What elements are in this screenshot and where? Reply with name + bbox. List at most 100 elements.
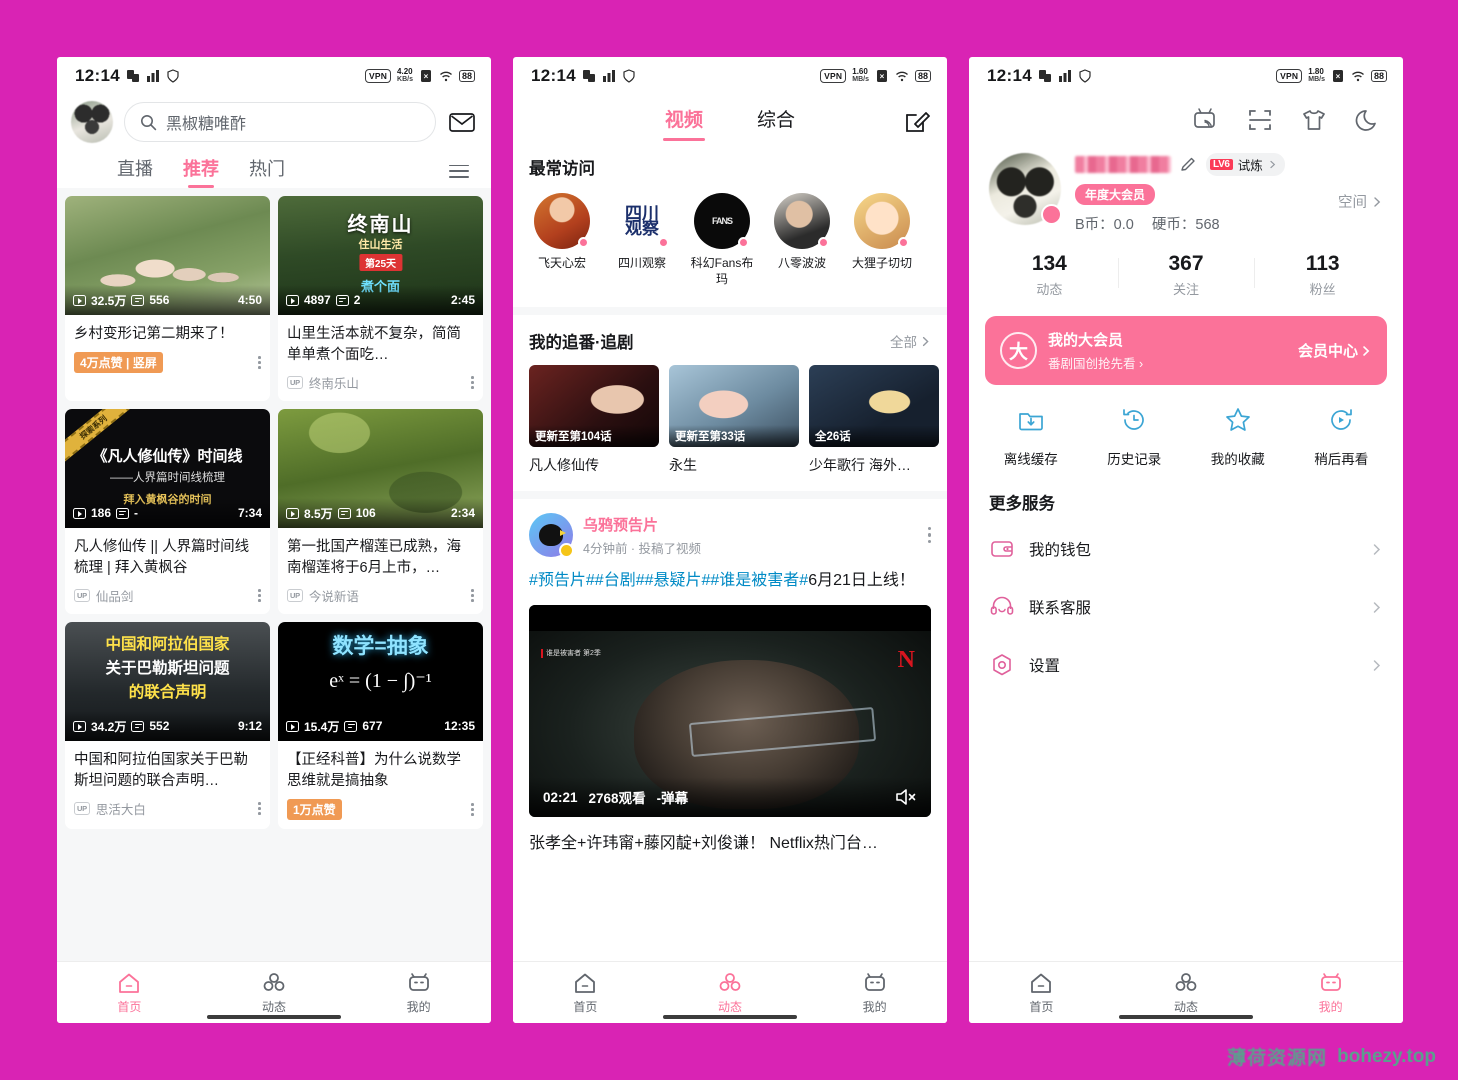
edit-pen-icon[interactable] (1180, 156, 1197, 173)
nav-home[interactable]: 首页 (969, 971, 1114, 1015)
video-title[interactable]: 乡村变形记第二期来了！ (65, 315, 270, 345)
nav-home[interactable]: 首页 (57, 971, 202, 1015)
quick-favorites[interactable]: 我的收藏 (1186, 405, 1290, 468)
bangumi-item[interactable]: 更新至第33话 永生 (669, 365, 799, 475)
nav-mine[interactable]: 我的 (802, 971, 947, 1015)
nav-dynamic[interactable]: 动态 (658, 971, 803, 1015)
services-menu: 我的钱包 联系客服 设置 (969, 514, 1403, 694)
up-item[interactable]: 飞天心宏 (529, 193, 595, 287)
mute-icon[interactable] (895, 787, 917, 807)
video-thumbnail[interactable]: 32.5万 556 4:50 (65, 196, 270, 315)
frequent-ups[interactable]: 飞天心宏 四川 观察 四川观察 FANS 科幻Fans布玛 八零波波 大狸子切切 (529, 179, 931, 295)
nav-mine[interactable]: 我的 (1258, 971, 1403, 1015)
video-controls[interactable]: 02:21 2768观看 -弹幕 (529, 777, 931, 817)
video-title[interactable]: 第一批国产榴莲已成熟，海南榴莲将于6月上市，… (278, 528, 483, 579)
mail-icon[interactable] (447, 107, 477, 137)
mine-body[interactable]: LV6 试炼 年度大会员 B币：0.0 硬币：568 空间 134 动态 367… (969, 95, 1403, 961)
video-card[interactable]: 8.5万 106 2:34 第一批国产榴莲已成熟，海南榴莲将于6月上市，… UP… (278, 409, 483, 614)
avatar[interactable] (529, 513, 574, 558)
bangumi-item[interactable]: 全26话 少年歌行 海外… (809, 365, 939, 475)
space-link[interactable]: 空间 (1338, 175, 1383, 212)
post-author[interactable]: 乌鸦预告片 (583, 514, 701, 535)
stat-dynamic[interactable]: 134 动态 (981, 252, 1118, 298)
up-item[interactable]: FANS 科幻Fans布玛 (689, 193, 755, 287)
bangumi-item[interactable]: 更新至第104话 凡人修仙传 (529, 365, 659, 475)
menu-item-wallet[interactable]: 我的钱包 (989, 520, 1383, 578)
video-thumbnail[interactable]: 探索系列 《凡人修仙传》时间线 ——人界篇时间线梳理 拜入黄枫谷的时间 186 … (65, 409, 270, 528)
chevron-right-icon (1270, 160, 1275, 169)
up-item[interactable]: 四川 观察 四川观察 (609, 193, 675, 287)
shirt-icon[interactable] (1299, 105, 1329, 135)
view-count: 15.4万 (304, 719, 340, 734)
nav-mine[interactable]: 我的 (346, 971, 491, 1015)
tab-recommend[interactable]: 推荐 (183, 155, 219, 188)
up-name[interactable]: 思活大白 (96, 799, 146, 818)
video-title[interactable]: 【正经科普】为什么说数学思维就是搞抽象 (278, 741, 483, 792)
more-options-icon[interactable] (471, 803, 474, 816)
vip-center-link[interactable]: 会员中心 (1298, 340, 1372, 361)
cast-icon[interactable] (1191, 105, 1221, 135)
bangumi-list[interactable]: 更新至第104话 凡人修仙传 更新至第33话 永生 全26话 少年歌行 海外… (529, 353, 939, 479)
quick-watch-later[interactable]: 稍后再看 (1290, 405, 1394, 468)
video-card[interactable]: 探索系列 《凡人修仙传》时间线 ——人界篇时间线梳理 拜入黄枫谷的时间 186 … (65, 409, 270, 614)
more-options-icon[interactable] (258, 589, 261, 602)
video-thumbnail[interactable]: 终南山 住山生活 第25天 煮个面 4897 2 2:45 (278, 196, 483, 315)
video-thumbnail[interactable]: 数学=抽象 eˣ = (1 − ∫)⁻¹ 15.4万 677 12:35 (278, 622, 483, 741)
quick-history[interactable]: 历史记录 (1083, 405, 1187, 468)
compose-icon[interactable] (903, 107, 931, 135)
video-title[interactable]: 山里生活本就不复杂，简简单单煮个面吃… (278, 315, 483, 366)
avatar: 四川 观察 (614, 193, 670, 249)
up-name[interactable]: 仙品剑 (96, 586, 134, 605)
nav-home[interactable]: 首页 (513, 971, 658, 1015)
video-thumbnail[interactable]: 8.5万 106 2:34 (278, 409, 483, 528)
more-options-icon[interactable] (927, 527, 931, 543)
up-name[interactable]: 终南乐山 (309, 373, 359, 392)
tab-hot[interactable]: 热门 (249, 155, 285, 188)
video-card[interactable]: 终南山 住山生活 第25天 煮个面 4897 2 2:45 (278, 196, 483, 401)
video-feed[interactable]: 32.5万 556 4:50 乡村变形记第二期来了！ 4万点赞 | 竖屏 终南山… (57, 188, 491, 961)
bangumi-cover: 全26话 (809, 365, 939, 447)
moon-icon[interactable] (1353, 105, 1383, 135)
view-count: 8.5万 (304, 506, 333, 521)
stat-following[interactable]: 367 关注 (1117, 252, 1255, 298)
watermark-cn: 薄荷资源网 (1227, 1048, 1328, 1069)
level-chip[interactable]: LV6 试炼 (1206, 153, 1285, 176)
dynamic-body[interactable]: 最常访问 飞天心宏 四川 观察 四川观察 FANS 科幻Fans布玛 八零波波 … (513, 141, 947, 961)
more-options-icon[interactable] (258, 356, 261, 369)
tv-icon (1320, 972, 1341, 991)
sync-icon (1038, 70, 1051, 82)
up-item[interactable]: 大狸子切切 (849, 193, 915, 287)
avatar[interactable] (989, 153, 1062, 225)
svg-text:×: × (424, 72, 429, 81)
video-title[interactable]: 中国和阿拉伯国家关于巴勒斯坦问题的联合声明… (65, 741, 270, 792)
tab-video[interactable]: 视频 (665, 105, 703, 141)
post-video-title[interactable]: 张孝全+许玮甯+藤冈靛+刘俊谦！ Netflix热门台… (529, 829, 931, 853)
menu-item-settings[interactable]: 设置 (989, 636, 1383, 694)
video-card[interactable]: 32.5万 556 4:50 乡村变形记第二期来了！ 4万点赞 | 竖屏 (65, 196, 270, 401)
more-options-icon[interactable] (258, 802, 261, 815)
more-options-icon[interactable] (471, 589, 474, 602)
scan-icon[interactable] (1245, 105, 1275, 135)
menu-icon[interactable] (449, 164, 469, 178)
bangumi-more[interactable]: 全部 (890, 331, 931, 351)
vip-card[interactable]: 大 我的大会员 番剧国创抢先看 › 会员中心 (985, 316, 1387, 385)
up-item[interactable]: 八零波波 (769, 193, 835, 287)
nav-dynamic[interactable]: 动态 (202, 971, 347, 1015)
post-video-player[interactable]: 谁是被害者 第2季 N 02:21 2768观看 -弹幕 (529, 605, 931, 817)
stat-followers[interactable]: 113 粉丝 (1254, 252, 1391, 298)
up-name[interactable]: 今说新语 (309, 586, 359, 605)
search-input[interactable]: 黑椒糖唯酢 (124, 102, 436, 142)
nav-dynamic[interactable]: 动态 (1114, 971, 1259, 1015)
user-avatar[interactable] (71, 101, 113, 143)
quick-offline-cache[interactable]: 离线缓存 (979, 405, 1083, 468)
more-options-icon[interactable] (471, 376, 474, 389)
sync-icon (126, 70, 139, 82)
tab-general[interactable]: 综合 (757, 105, 795, 141)
video-card[interactable]: 中国和阿拉伯国家 关于巴勒斯坦问题 的联合声明 34.2万 552 9:12 中 (65, 622, 270, 829)
video-thumbnail[interactable]: 中国和阿拉伯国家 关于巴勒斯坦问题 的联合声明 34.2万 552 9:12 (65, 622, 270, 741)
menu-item-support[interactable]: 联系客服 (989, 578, 1383, 636)
video-card[interactable]: 数学=抽象 eˣ = (1 − ∫)⁻¹ 15.4万 677 12:35 【正经… (278, 622, 483, 829)
tab-live[interactable]: 直播 (117, 155, 153, 188)
thumb-line1: 中国和阿拉伯国家 (105, 636, 230, 653)
video-title[interactable]: 凡人修仙传 || 人界篇时间线梳理 | 拜入黄枫谷 (65, 528, 270, 579)
